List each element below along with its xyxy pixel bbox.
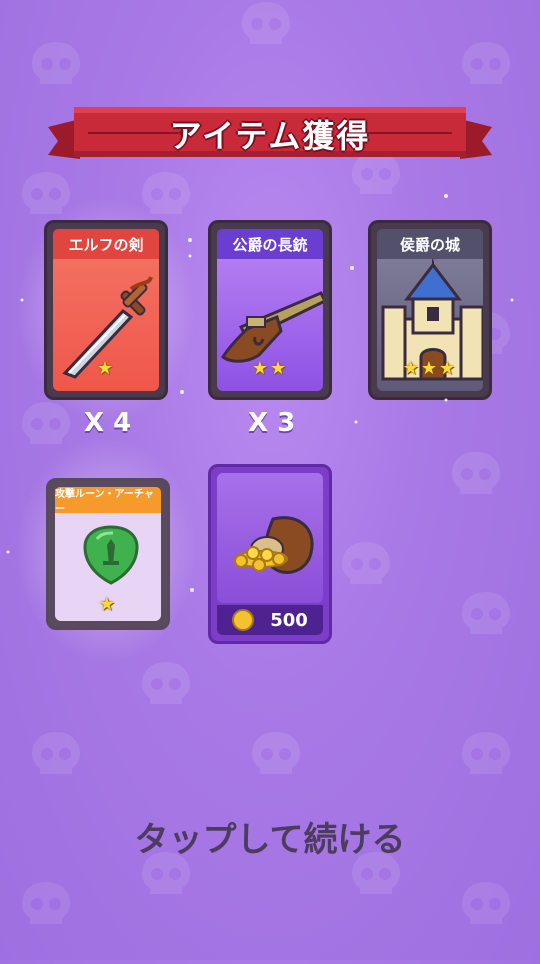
reward-card-attack-rune-archer[interactable]: 攻撃ルーン・アーチャー ★ — [46, 478, 170, 630]
tap-to-continue-text[interactable]: タップして続ける — [0, 812, 540, 861]
card-art — [217, 473, 323, 603]
reward-card-marquis-castle[interactable]: 侯爵の城 ★★★ — [368, 220, 492, 400]
card-name: 攻撃ルーン・アーチャー — [55, 487, 161, 515]
coin-icon — [232, 609, 255, 631]
reward-card-gold[interactable]: 500 — [208, 464, 332, 644]
quantity-label: X 3 — [248, 408, 296, 438]
gold-amount: 500 — [270, 609, 308, 631]
gold-sack-icon — [234, 516, 314, 574]
rune-shield-icon — [83, 525, 139, 585]
card-art: ★ — [53, 259, 159, 391]
card-art: ★★ — [217, 259, 323, 391]
rarity-stars: ★★★ — [402, 358, 458, 379]
item-obtained-banner: アイテム獲得 — [48, 105, 492, 167]
gold-amount-bar: 500 — [217, 605, 323, 635]
card-name: 公爵の長銃 — [217, 229, 323, 259]
reward-card-elf-sword[interactable]: エルフの剣 ★ — [44, 220, 168, 400]
quantity-label: X 4 — [84, 408, 132, 438]
banner-title: アイテム獲得 — [169, 117, 371, 155]
card-art: ★ — [55, 513, 161, 621]
rarity-stars: ★★ — [251, 358, 289, 379]
card-art: ★★★ — [377, 259, 483, 391]
reward-card-duke-musket[interactable]: 公爵の長銃 ★★ — [208, 220, 332, 400]
card-name: エルフの剣 — [53, 229, 159, 259]
card-name: 侯爵の城 — [377, 229, 483, 259]
rarity-stars: ★ — [96, 358, 116, 379]
rarity-stars: ★ — [98, 594, 118, 615]
